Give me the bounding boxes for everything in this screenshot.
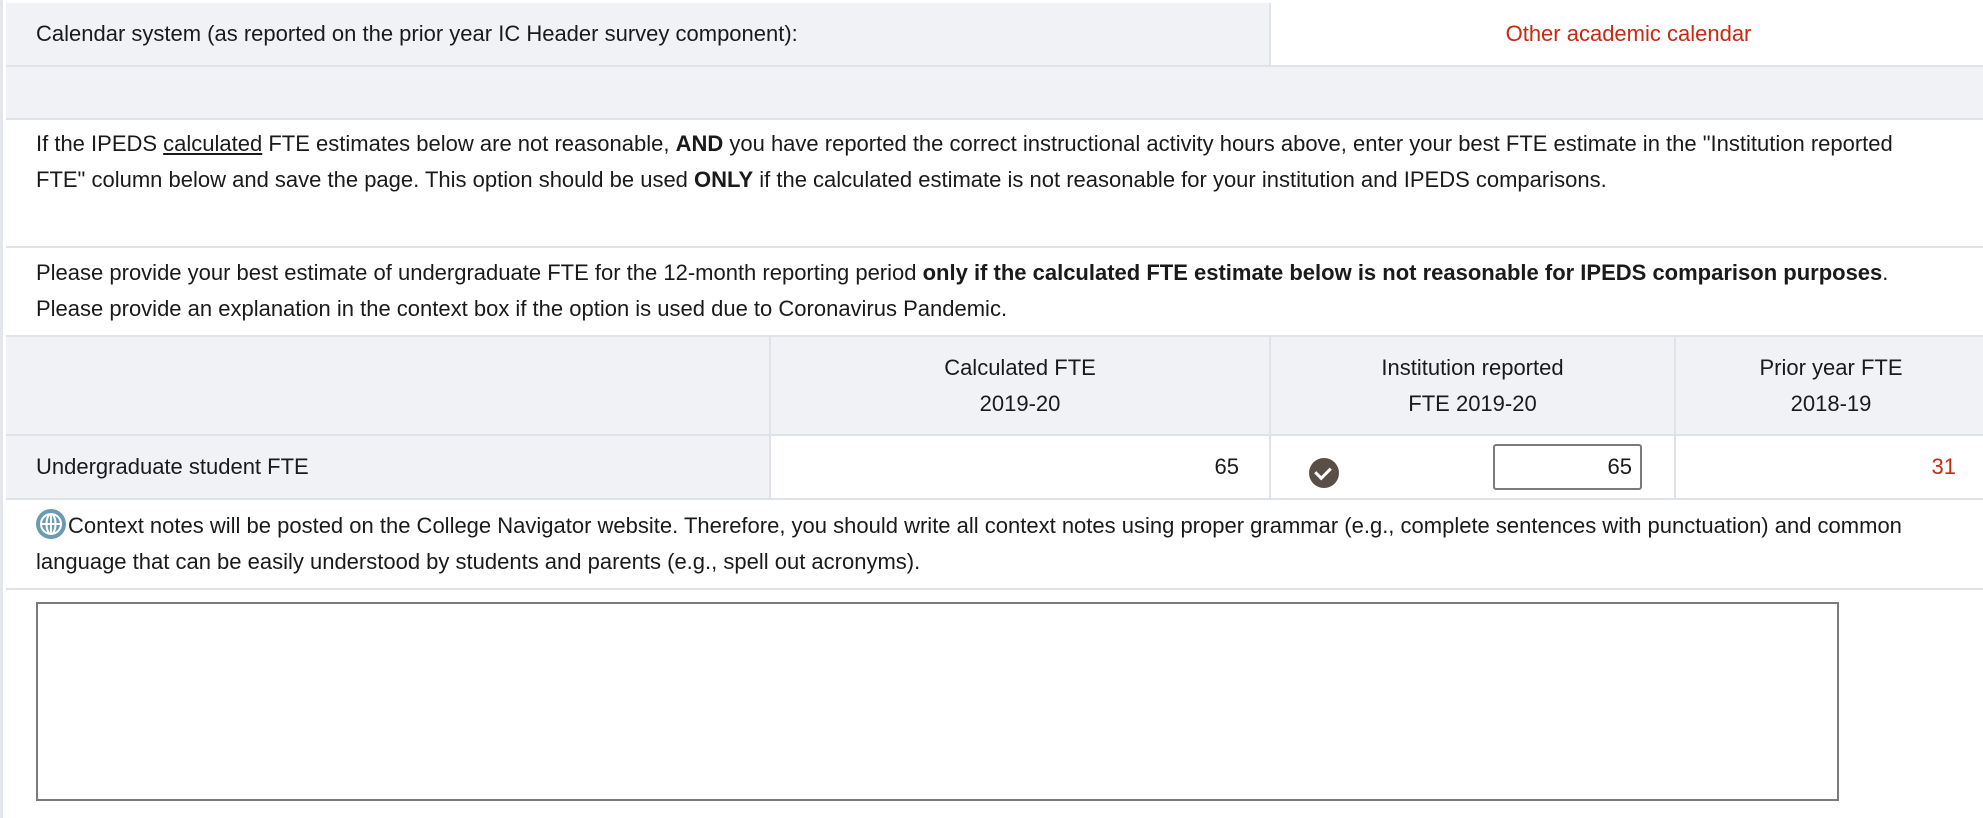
check-circle-icon xyxy=(1309,458,1339,488)
table-row: Undergraduate student FTE 65 31 xyxy=(6,436,1983,500)
p1-only: ONLY xyxy=(694,167,754,192)
header-prior-line1: Prior year FTE xyxy=(1759,354,1903,380)
header-calculated-line2: 2019-20 xyxy=(979,390,1061,416)
header-prior-line2: 2018-19 xyxy=(1790,390,1872,416)
spacer-row xyxy=(6,67,1983,120)
header-calculated-line1: Calculated FTE xyxy=(944,354,1096,380)
header-prior-year-fte: Prior year FTE 2018-19 xyxy=(1676,337,1983,434)
p1-text-4: if the calculated estimate is not reason… xyxy=(753,167,1607,192)
institution-fte-cell xyxy=(1271,436,1676,498)
calendar-label: Calendar system (as reported on the prio… xyxy=(6,3,1271,65)
context-note: Context notes will be posted on the Coll… xyxy=(6,500,1983,590)
p1-and: AND xyxy=(675,131,724,156)
calculated-fte-value: 65 xyxy=(771,436,1271,498)
p1-calculated: calculated xyxy=(163,131,263,156)
header-calculated-fte: Calculated FTE 2019-20 xyxy=(771,337,1271,434)
p1-text-1: If the IPEDS xyxy=(36,131,164,156)
instruction-paragraph-2: Please provide your best estimate of und… xyxy=(6,248,1983,337)
context-notes-textarea[interactable] xyxy=(36,602,1839,801)
header-institution-line2: FTE 2019-20 xyxy=(1408,390,1537,416)
calendar-value: Other academic calendar xyxy=(1271,3,1983,65)
p2-text-1: Please provide your best estimate of und… xyxy=(36,260,923,285)
row-label: Undergraduate student FTE xyxy=(6,436,771,498)
header-empty-cell xyxy=(6,337,771,434)
instruction-paragraph-1: If the IPEDS calculated FTE estimates be… xyxy=(6,120,1983,248)
p1-text-2: FTE estimates below are not reasonable, xyxy=(262,131,676,156)
p2-bold: only if the calculated FTE estimate belo… xyxy=(922,260,1883,285)
header-institution-line1: Institution reported xyxy=(1381,354,1564,380)
table-header-row: Calculated FTE 2019-20 Institution repor… xyxy=(6,337,1983,436)
institution-fte-input[interactable] xyxy=(1493,444,1642,490)
calendar-row: Calendar system (as reported on the prio… xyxy=(6,3,1983,67)
header-institution-fte: Institution reported FTE 2019-20 xyxy=(1271,337,1676,434)
form-frame: Calendar system (as reported on the prio… xyxy=(0,0,1983,818)
prior-year-fte-value: 31 xyxy=(1676,436,1983,498)
globe-icon xyxy=(36,509,66,539)
context-note-text: Context notes will be posted on the Coll… xyxy=(36,513,1902,574)
